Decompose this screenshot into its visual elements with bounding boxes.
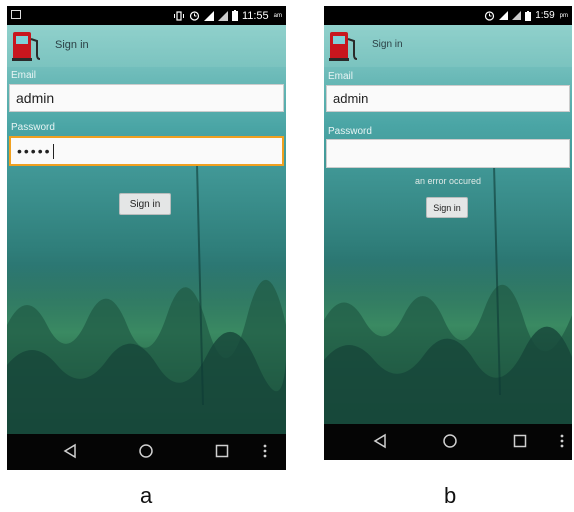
status-ampm: am [273,12,282,19]
status-bar: 11:55 am [7,6,286,25]
sign-in-button[interactable]: Sign in [119,193,171,215]
password-field[interactable]: ••••• [9,136,284,166]
overflow-menu-icon[interactable] [263,443,267,459]
alarm-icon [485,11,495,21]
phone-screenshot-b: 1:59 pm Sign in Email admin Password an … [324,6,572,460]
alarm-icon [189,11,200,21]
email-label: Email [328,71,354,82]
battery-icon [231,10,238,21]
overflow-menu-icon[interactable] [560,433,564,449]
vibrate-icon [173,10,184,21]
recents-icon[interactable] [513,433,527,449]
back-icon[interactable] [63,443,77,459]
app-bar: Sign in [7,25,286,67]
status-ampm: pm [559,12,568,19]
fuel-pump-icon [12,32,41,61]
signal-icon [217,10,228,21]
fuel-pump-icon [329,32,358,61]
text-cursor [52,143,54,159]
status-time: 11:55 [241,9,269,22]
back-icon[interactable] [373,433,387,449]
home-icon[interactable] [442,433,458,449]
recents-icon[interactable] [215,443,229,459]
signal-icon [499,11,509,20]
email-field[interactable]: admin [326,85,570,112]
signal-icon [203,10,214,21]
app-screen: Sign in Email admin Password an error oc… [324,25,572,424]
notification-icon [11,10,21,19]
home-icon[interactable] [138,443,154,459]
caption-a: a [140,483,153,508]
phone-screenshot-a: 11:55 am Sign in Email admin Password ••… [7,6,286,470]
caption-b: b [444,483,457,508]
app-bar-title: Sign in [372,39,403,50]
signal-icon [512,11,522,20]
status-bar: 1:59 pm [324,6,572,25]
password-value: ••••• [17,143,52,159]
navigation-bar [324,424,572,460]
password-field[interactable] [326,139,570,168]
error-message: an error occured [414,176,482,186]
password-label: Password [11,122,55,133]
email-value: admin [16,90,55,106]
sign-in-button[interactable]: Sign in [426,197,468,218]
password-label: Password [328,126,372,137]
app-bar: Sign in [324,25,572,67]
app-bar-title: Sign in [55,39,89,51]
email-label: Email [11,70,37,81]
navigation-bar [7,434,286,470]
app-screen: Sign in Email admin Password ••••• Sign … [7,25,286,434]
status-time: 1:59 [535,10,555,21]
email-value: admin [333,91,369,106]
battery-icon [525,10,532,21]
email-field[interactable]: admin [9,84,284,112]
